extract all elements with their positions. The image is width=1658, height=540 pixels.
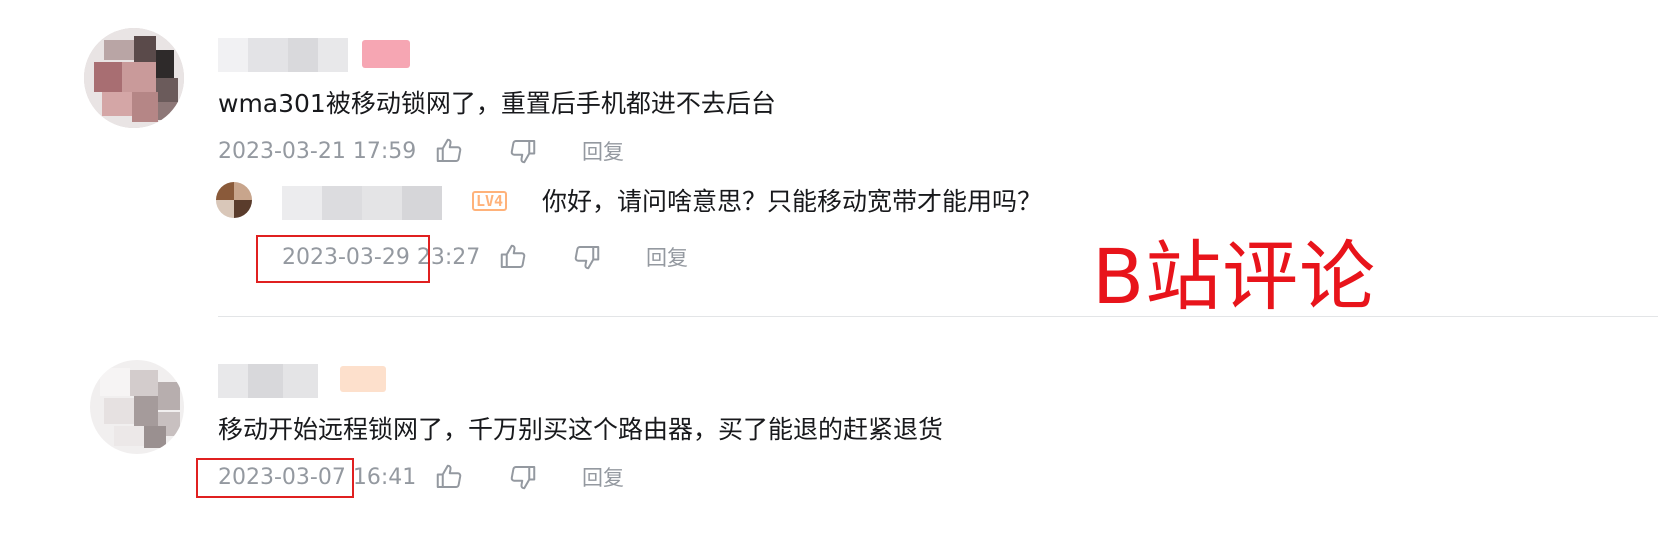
thumbs-up-icon[interactable] xyxy=(434,462,464,492)
thumbs-up-icon[interactable] xyxy=(498,242,528,272)
reply-button[interactable]: 回复 xyxy=(646,244,688,272)
thumbs-up-icon[interactable] xyxy=(434,136,464,166)
user-badge xyxy=(362,40,410,68)
user-level-badge: LV4 xyxy=(472,191,508,211)
divider xyxy=(218,316,1658,317)
user-badge xyxy=(340,366,386,392)
comment-text: wma301被移动锁网了，重置后手机都进不去后台 xyxy=(218,89,776,118)
reply-text: 你好，请问啥意思？只能移动宽带才能用吗？ xyxy=(542,187,1043,216)
avatar[interactable] xyxy=(84,28,184,128)
reply-button[interactable]: 回复 xyxy=(582,464,624,492)
username-blurred[interactable] xyxy=(218,364,318,398)
comment-text: 移动开始远程锁网了，千万别买这个路由器，买了能退的赶紧退货 xyxy=(218,415,944,444)
thumbs-down-icon[interactable] xyxy=(508,136,538,166)
username-blurred[interactable] xyxy=(218,38,348,72)
highlight-box xyxy=(196,458,354,498)
annotation-watermark: B站评论 xyxy=(1092,232,1377,321)
reply-button[interactable]: 回复 xyxy=(582,138,624,166)
avatar[interactable] xyxy=(216,182,252,218)
avatar[interactable] xyxy=(90,360,184,454)
highlight-box xyxy=(256,235,430,283)
thumbs-down-icon[interactable] xyxy=(572,242,602,272)
username-blurred[interactable] xyxy=(282,186,442,220)
thumbs-down-icon[interactable] xyxy=(508,462,538,492)
comment-time: 2023-03-21 17:59 xyxy=(218,139,417,164)
